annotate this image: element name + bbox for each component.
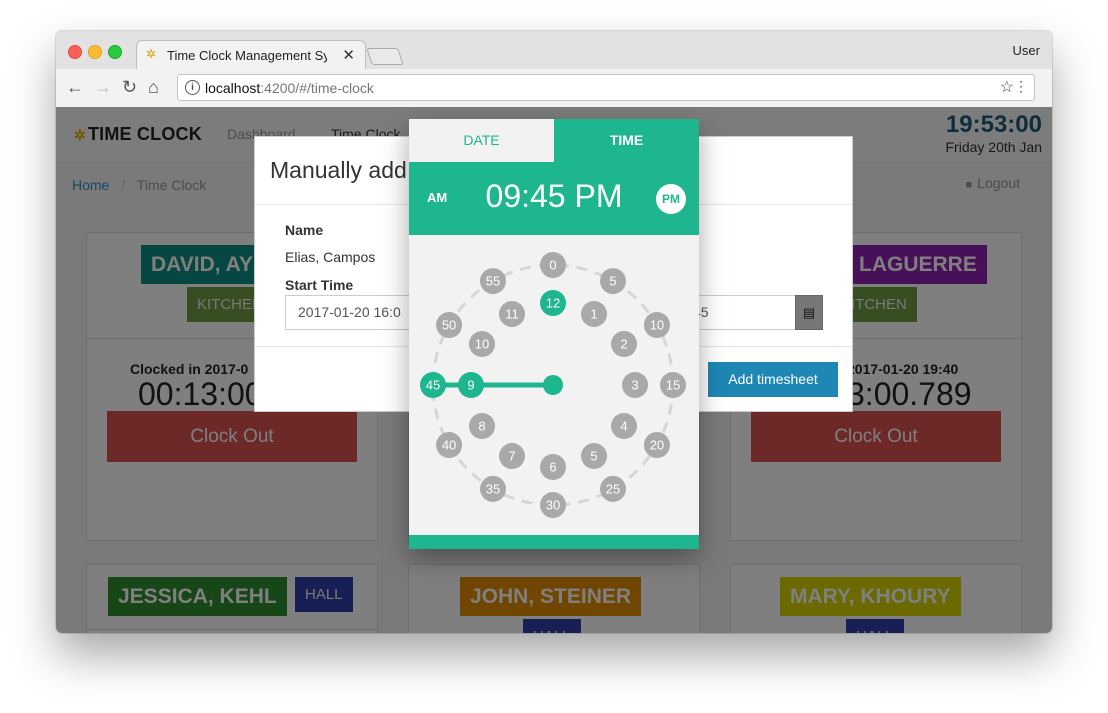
back-arrow-icon[interactable]: ←	[66, 77, 84, 98]
minute-label-55[interactable]: 55	[486, 274, 500, 289]
start-time-label: Start Time	[285, 277, 354, 293]
hour-label-10[interactable]: 10	[475, 337, 489, 352]
minute-label-5[interactable]: 5	[609, 274, 616, 289]
browser-menu-icon[interactable]: ⋮	[1014, 78, 1028, 95]
start-time-input[interactable]: 2017-01-20 16:0	[285, 295, 415, 330]
hour-label-1[interactable]: 1	[590, 306, 597, 321]
picker-footer	[409, 535, 699, 549]
minute-label-45[interactable]: 45	[426, 378, 440, 393]
hour-label-5[interactable]: 5	[590, 449, 597, 464]
address-bar[interactable]: i localhost:4200/#/time-clock ☆ ⋮	[177, 74, 1035, 101]
minute-label-20[interactable]: 20	[650, 438, 664, 453]
picker-tabs: DATE TIME	[409, 119, 699, 162]
clock-dial[interactable]: 0510152025303540455055121234567891011	[409, 235, 699, 535]
hour-label-6[interactable]: 6	[549, 460, 556, 475]
minute-label-0[interactable]: 0	[549, 258, 556, 273]
minute-label-50[interactable]: 50	[442, 318, 456, 333]
url-host: localhost	[205, 80, 261, 96]
info-icon[interactable]: i	[185, 80, 200, 95]
title-bar: ✲ Time Clock Management System ✕ User	[56, 31, 1052, 69]
hour-label-4[interactable]: 4	[620, 419, 627, 434]
forward-arrow-icon[interactable]: →	[94, 77, 112, 98]
pm-toggle[interactable]: PM	[656, 184, 686, 214]
clock-center	[543, 375, 563, 395]
minute-label-15[interactable]: 15	[666, 378, 680, 393]
name-value: Elias, Campos	[285, 249, 376, 265]
close-window-button[interactable]	[68, 45, 82, 59]
bookmark-star-icon[interactable]: ☆	[1000, 77, 1014, 97]
browser-toolbar: ← → ↻ ⌂ i localhost:4200/#/time-clock ☆ …	[56, 69, 1052, 108]
tab-date[interactable]: DATE	[409, 119, 554, 162]
minute-label-40[interactable]: 40	[442, 438, 456, 453]
end-time-input[interactable]: 45	[685, 295, 797, 330]
favicon-icon: ✲	[146, 47, 157, 61]
minute-label-25[interactable]: 25	[606, 481, 620, 496]
picker-header: AM 09:45 PM PM	[409, 162, 699, 235]
page-viewport: ✲TIME CLOCK Dashboard Time Clock 19:53:0…	[56, 107, 1052, 633]
minute-label-30[interactable]: 30	[546, 498, 560, 513]
url-path: :4200/#/time-clock	[260, 80, 374, 96]
home-icon[interactable]: ⌂	[148, 77, 159, 98]
profile-button[interactable]: User	[1013, 43, 1040, 58]
hour-label-7[interactable]: 7	[508, 449, 515, 464]
hour-label-9[interactable]: 9	[467, 378, 474, 393]
minute-label-10[interactable]: 10	[650, 318, 664, 333]
hour-label-8[interactable]: 8	[478, 419, 485, 434]
minute-label-35[interactable]: 35	[486, 481, 500, 496]
new-tab-button[interactable]	[366, 48, 404, 65]
add-timesheet-button[interactable]: Add timesheet	[708, 362, 838, 397]
hour-label-2[interactable]: 2	[620, 337, 627, 352]
time-picker: DATE TIME AM 09:45 PM PM 0 5 10 15 20 25 30 35 4…	[409, 119, 699, 549]
modal-title: Manually add	[270, 157, 407, 183]
calendar-icon[interactable]: ▤	[795, 295, 823, 330]
tab-close-icon[interactable]: ✕	[342, 46, 355, 64]
minimize-window-button[interactable]	[88, 45, 102, 59]
name-label: Name	[285, 222, 324, 238]
hour-label-3[interactable]: 3	[631, 378, 638, 393]
close-icon[interactable]: ✖	[825, 175, 845, 204]
tab-title: Time Clock Management System	[167, 48, 327, 63]
zoom-window-button[interactable]	[108, 45, 122, 59]
hour-label-11[interactable]: 11	[505, 306, 519, 321]
url-text[interactable]: localhost:4200/#/time-clock	[205, 80, 374, 96]
browser-tab[interactable]: ✲ Time Clock Management System ✕	[136, 40, 366, 69]
browser-window: ✲ Time Clock Management System ✕ User ← …	[56, 31, 1052, 633]
tab-time[interactable]: TIME	[554, 119, 699, 162]
hour-label-12[interactable]: 12	[546, 296, 560, 311]
reload-icon[interactable]: ↻	[122, 77, 137, 98]
